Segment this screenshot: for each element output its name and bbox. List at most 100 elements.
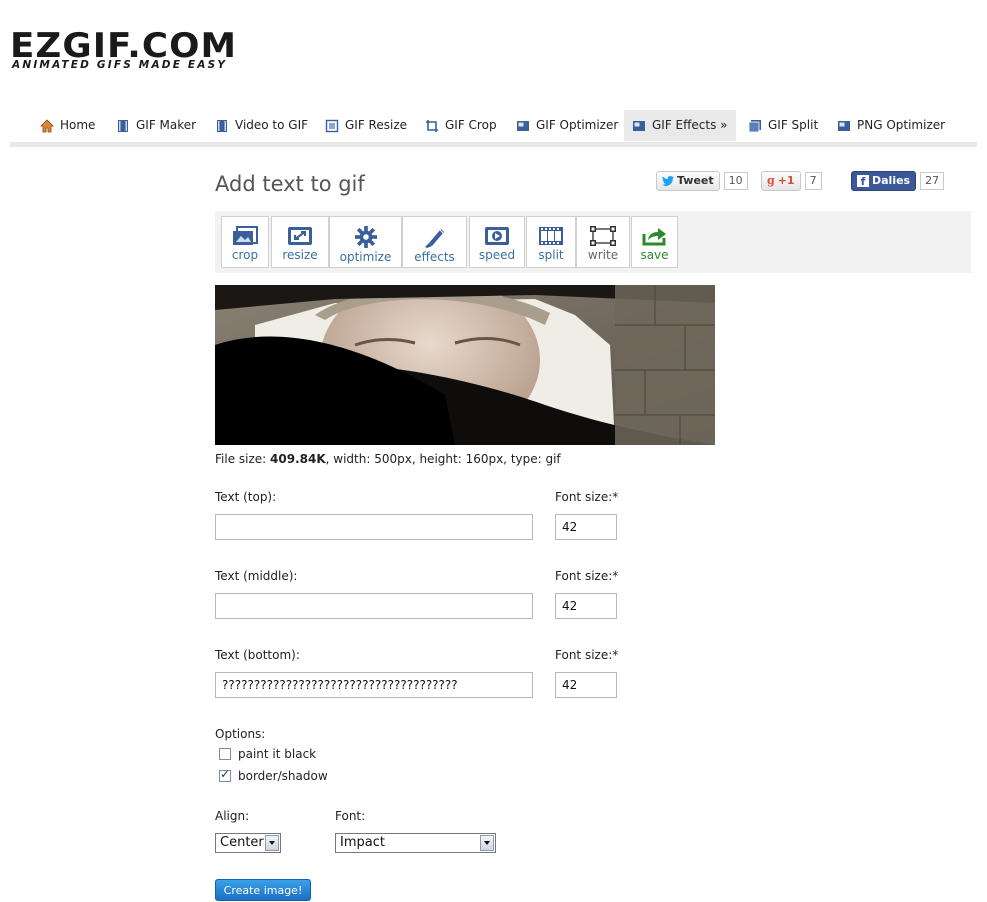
border-shadow-checkbox[interactable]	[219, 767, 231, 782]
facebook-widget: f Dalies 27	[851, 171, 945, 191]
font-label: Font:	[335, 809, 366, 823]
tweet-count: 10	[723, 172, 748, 190]
home-icon	[40, 118, 54, 132]
font-select[interactable]: Impact	[335, 833, 496, 853]
nav-gif-split-label: GIF Split	[768, 118, 819, 132]
site-logo[interactable]: EZGIF.COM ANIMATED GIFS MADE EASY	[10, 29, 236, 71]
text-middle-label: Text (middle):	[215, 569, 298, 583]
font-size-top-input[interactable]: 42	[555, 514, 617, 540]
gear-icon	[354, 226, 377, 248]
tool-save[interactable]: save	[631, 216, 678, 268]
resize-icon	[325, 119, 339, 132]
film-icon	[539, 227, 563, 245]
align-selected-value: Center	[220, 835, 264, 850]
tool-save-label: save	[640, 248, 669, 262]
tool-split[interactable]: split	[526, 216, 576, 268]
tweet-button[interactable]: Tweet	[656, 171, 720, 191]
tool-speed[interactable]: speed	[469, 216, 525, 268]
nav-gif-split[interactable]: GIF Split	[740, 110, 826, 141]
nav-gif-maker[interactable]: GIF Maker	[108, 110, 204, 141]
image-icon	[838, 120, 850, 131]
twitter-icon	[662, 176, 674, 186]
tool-split-label: split	[538, 248, 564, 262]
split-icon	[748, 119, 761, 132]
font-size-bottom-label: Font size:*	[555, 648, 619, 662]
main-nav: Home GIF Maker Video to GIF GIF Resize G…	[10, 110, 977, 147]
text-top-label: Text (top):	[215, 490, 277, 504]
nav-gif-effects[interactable]: GIF Effects »	[624, 110, 736, 141]
text-bottom-label: Text (bottom):	[215, 648, 300, 662]
nav-gif-optimizer-label: GIF Optimizer	[536, 118, 619, 132]
crop-icon	[426, 119, 438, 132]
paint-black-label: paint it black	[238, 747, 317, 761]
facebook-button[interactable]: f Dalies	[851, 171, 917, 191]
write-icon	[590, 226, 616, 246]
font-size-middle-input[interactable]: 42	[555, 593, 617, 619]
film-icon	[217, 119, 227, 132]
facebook-count: 27	[920, 172, 945, 190]
file-info-prefix: File size:	[215, 452, 271, 466]
brush-icon	[424, 229, 444, 248]
nav-video-to-gif[interactable]: Video to GIF	[207, 110, 316, 141]
facebook-icon: f	[857, 175, 869, 188]
font-size-middle-label: Font size:*	[555, 569, 619, 583]
crop-icon	[233, 226, 258, 245]
nav-png-optimizer-label: PNG Optimizer	[857, 118, 946, 132]
font-size-top-label: Font size:*	[555, 490, 619, 504]
speed-icon	[485, 227, 509, 245]
image-icon	[517, 120, 529, 131]
align-select[interactable]: Center	[215, 833, 281, 853]
nav-gif-effects-label: GIF Effects »	[652, 118, 728, 132]
resize-icon	[288, 227, 312, 245]
file-info-details: , width: 500px, height: 160px, type: gif	[325, 452, 561, 466]
page-title: Add text to gif	[215, 172, 365, 196]
paint-black-checkbox[interactable]	[219, 748, 231, 760]
tweet-label: Tweet	[677, 174, 714, 187]
nav-png-optimizer[interactable]: PNG Optimizer	[829, 110, 953, 141]
file-info: File size: 409.84K, width: 500px, height…	[215, 452, 561, 466]
gplus-button[interactable]: g +1	[761, 171, 801, 191]
tweet-widget: Tweet 10	[656, 171, 748, 191]
text-middle-input[interactable]	[215, 593, 533, 619]
tool-effects-label: effects	[414, 250, 455, 264]
facebook-label: Dalies	[872, 174, 911, 187]
options-label: Options:	[215, 727, 266, 741]
nav-gif-crop[interactable]: GIF Crop	[417, 110, 505, 141]
tool-resize[interactable]: resize	[271, 216, 329, 268]
tool-bar: crop resize optimize effects speed split…	[215, 211, 971, 273]
tool-optimize-label: optimize	[339, 250, 392, 264]
gif-preview	[215, 285, 715, 445]
save-icon	[642, 228, 666, 246]
file-size: 409.84K	[270, 452, 326, 466]
tool-crop[interactable]: crop	[221, 216, 269, 268]
gplus-icon: g	[767, 174, 775, 187]
nav-gif-optimizer[interactable]: GIF Optimizer	[508, 110, 626, 141]
nav-home[interactable]: Home	[32, 110, 103, 141]
tool-crop-label: crop	[231, 248, 259, 262]
tool-write-label: write	[587, 248, 619, 262]
gif-preview-image	[215, 285, 715, 445]
chevron-down-icon	[480, 835, 494, 851]
tool-effects[interactable]: effects	[402, 216, 467, 268]
nav-gif-resize-label: GIF Resize	[345, 118, 408, 132]
text-top-input[interactable]	[215, 514, 533, 540]
font-selected-value: Impact	[340, 835, 385, 850]
nav-gif-maker-label: GIF Maker	[136, 118, 197, 132]
nav-gif-resize[interactable]: GIF Resize	[317, 110, 415, 141]
tool-write[interactable]: write	[576, 216, 630, 268]
tool-resize-label: resize	[282, 248, 318, 262]
nav-video-to-gif-label: Video to GIF	[235, 118, 309, 132]
image-icon	[633, 120, 645, 131]
border-shadow-label: border/shadow	[238, 769, 328, 783]
tool-optimize[interactable]: optimize	[329, 216, 402, 268]
nav-home-label: Home	[60, 118, 96, 132]
align-label: Align:	[215, 809, 250, 823]
text-bottom-input[interactable]: ?????????????????????????????????????	[215, 672, 533, 698]
chevron-down-icon	[265, 835, 279, 851]
film-icon	[118, 119, 128, 132]
gplus-label: +1	[777, 174, 795, 187]
gplus-count: 7	[804, 172, 822, 190]
tool-speed-label: speed	[478, 248, 516, 262]
logo-wordmark: EZGIF.COM	[10, 26, 238, 66]
font-size-bottom-input[interactable]: 42	[555, 672, 617, 698]
